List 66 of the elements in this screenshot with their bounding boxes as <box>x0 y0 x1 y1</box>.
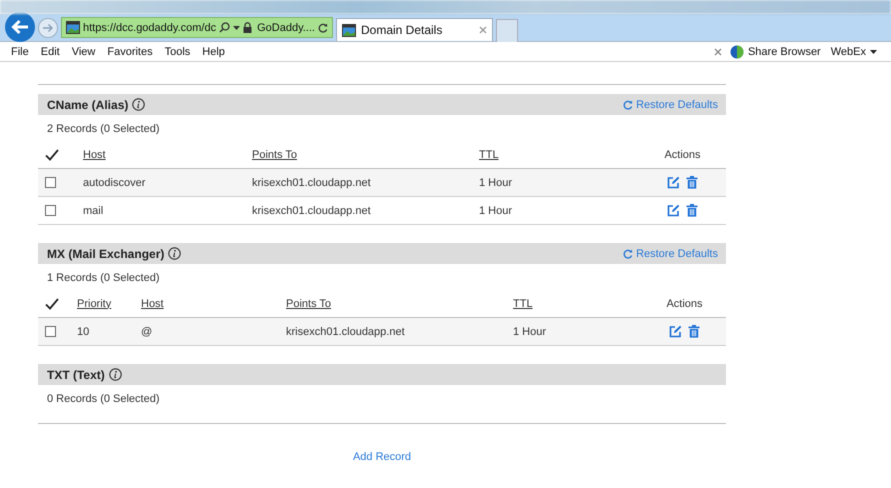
back-arrow-icon <box>11 18 29 34</box>
column-header[interactable]: Host <box>141 298 164 310</box>
menu-item[interactable]: Help <box>196 46 231 58</box>
trash-icon[interactable] <box>686 204 698 217</box>
table-cell: @ <box>141 326 152 338</box>
refresh-icon <box>318 22 328 32</box>
search-icon <box>219 22 230 33</box>
edit-icon[interactable] <box>667 204 680 217</box>
refresh-icon <box>623 100 634 110</box>
table-cell: krisexch01.cloudapp.net <box>252 204 371 216</box>
back-button[interactable] <box>5 12 35 42</box>
menu-item[interactable]: View <box>66 46 102 58</box>
table-cell: krisexch01.cloudapp.net <box>286 326 405 338</box>
column-header[interactable]: Priority <box>77 298 112 310</box>
add-record-link[interactable]: Add Record <box>352 451 412 463</box>
globe-icon <box>730 44 744 58</box>
row-checkbox[interactable] <box>45 326 56 337</box>
dropdown-icon <box>233 26 240 30</box>
info-icon[interactable] <box>108 368 122 381</box>
record-count: 1 Records (0 Selected) <box>46 271 160 286</box>
site-icon <box>342 24 356 36</box>
record-count: 0 Records (0 Selected) <box>46 392 160 407</box>
share-browser-button[interactable]: Share Browser <box>730 44 821 58</box>
select-all-check-icon[interactable] <box>45 298 59 310</box>
column-header[interactable]: TTL <box>479 148 499 160</box>
select-all-check-icon[interactable] <box>45 148 59 160</box>
site-identity[interactable]: GoDaddy.... <box>257 22 315 34</box>
table-cell: autodiscover <box>83 176 146 188</box>
webex-menu[interactable]: WebEx <box>830 46 877 58</box>
lock-icon <box>243 22 252 33</box>
trash-icon[interactable] <box>686 176 698 189</box>
edit-icon[interactable] <box>667 176 680 189</box>
column-header[interactable]: Points To <box>252 148 298 160</box>
table-cell: 10 <box>77 326 90 338</box>
trash-icon[interactable] <box>688 325 700 338</box>
table-cell: 1 Hour <box>513 326 546 338</box>
address-bar[interactable]: https://dcc.godaddy.com/dc GoDaddy.... <box>61 17 333 38</box>
close-icon[interactable] <box>714 48 722 56</box>
menu-item[interactable]: Favorites <box>101 46 159 58</box>
record-count: 2 Records (0 Selected) <box>46 122 160 137</box>
dropdown-icon <box>870 50 877 54</box>
column-header[interactable]: Points To <box>286 298 332 310</box>
site-icon <box>66 21 80 34</box>
refresh-icon <box>623 248 634 258</box>
column-header[interactable]: Host <box>83 148 106 160</box>
table-cell: 1 Hour <box>479 176 512 188</box>
menu-item[interactable]: Tools <box>158 46 196 58</box>
section-title: CName (Alias) <box>47 98 128 112</box>
section-title: MX (Mail Exchanger) <box>47 246 164 260</box>
info-icon[interactable] <box>168 247 182 260</box>
row-checkbox[interactable] <box>45 205 56 216</box>
column-header: Actions <box>663 148 702 160</box>
close-icon[interactable] <box>478 26 487 34</box>
forward-arrow-icon <box>42 22 54 32</box>
edit-icon[interactable] <box>669 325 682 338</box>
menu-item[interactable]: File <box>5 46 35 58</box>
table-cell: krisexch01.cloudapp.net <box>252 176 371 188</box>
browser-tab[interactable]: Domain Details <box>336 18 493 41</box>
row-checkbox[interactable] <box>45 177 56 188</box>
section-title: TXT (Text) <box>47 368 105 382</box>
table-cell: mail <box>83 204 104 216</box>
table-cell: 1 Hour <box>479 204 512 216</box>
info-icon[interactable] <box>132 98 146 111</box>
menu-item[interactable]: Edit <box>34 46 66 58</box>
column-header[interactable]: TTL <box>513 298 533 310</box>
column-header: Actions <box>665 298 704 310</box>
